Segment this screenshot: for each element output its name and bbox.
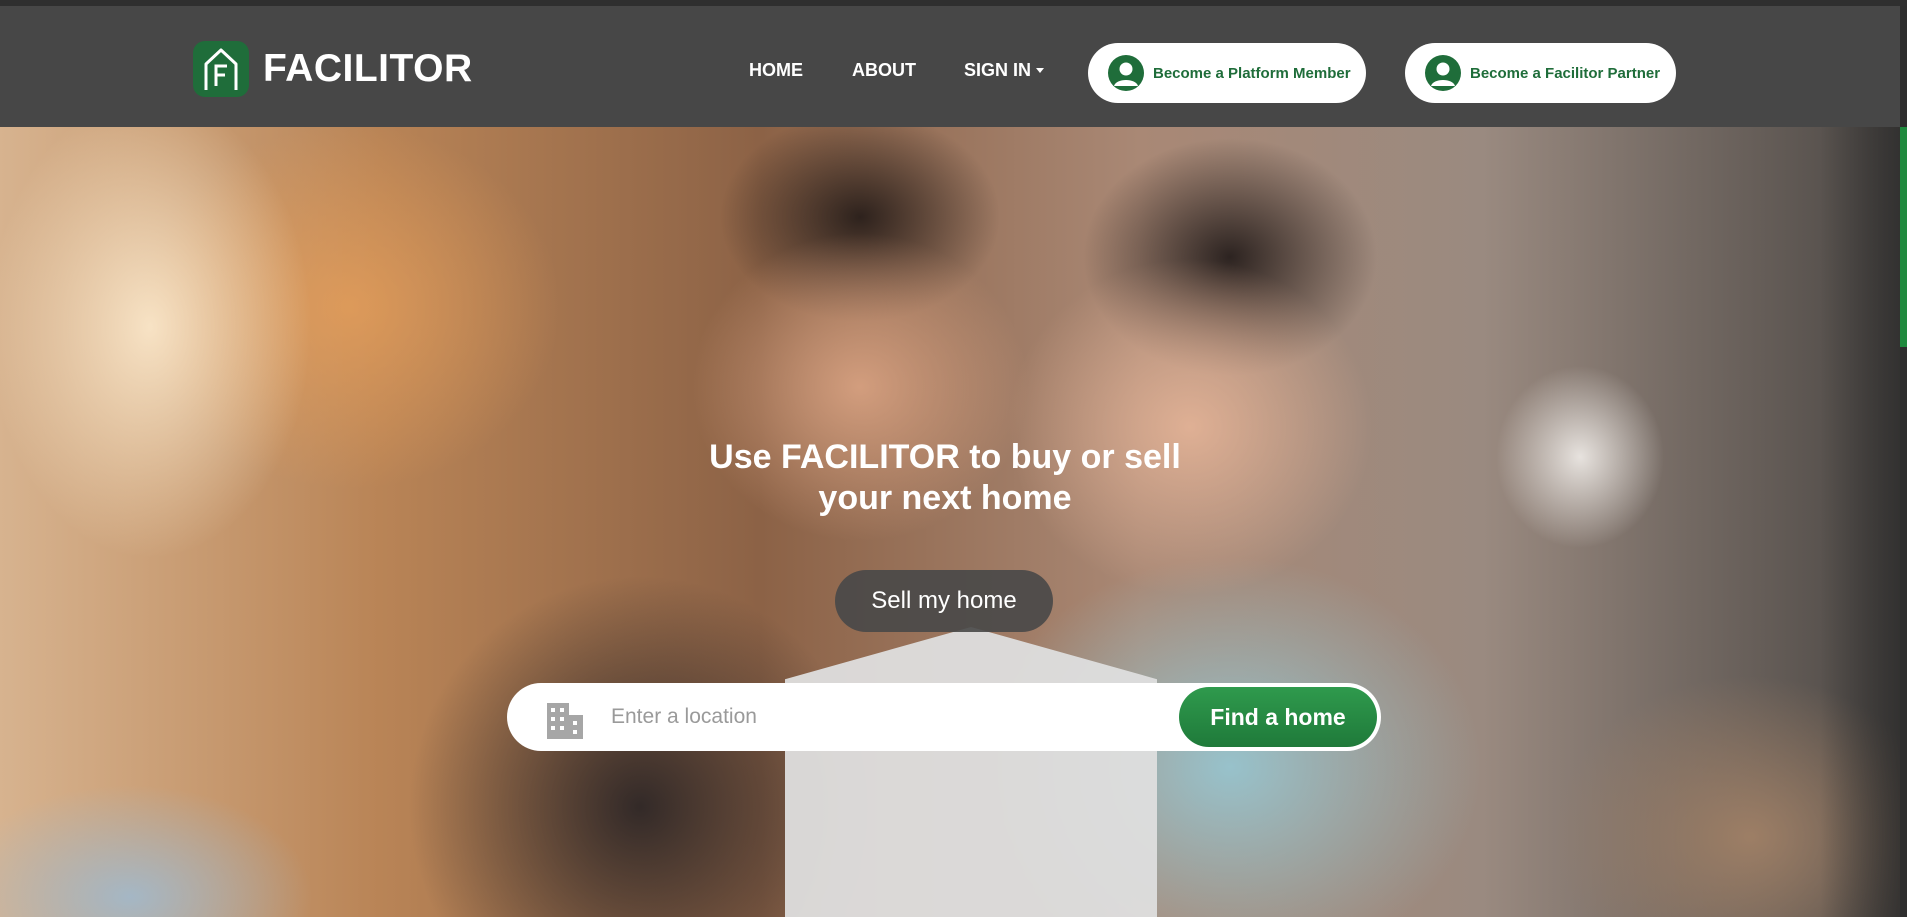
- nav-sign-in-dropdown[interactable]: SIGN IN: [964, 60, 1045, 81]
- scrollbar-thumb[interactable]: [1900, 127, 1907, 347]
- site-header: FACILITOR HOME ABOUT SIGN IN Become a Pl…: [0, 6, 1900, 127]
- user-circle-icon: [1108, 55, 1144, 91]
- user-circle-icon: [1425, 55, 1461, 91]
- become-member-button[interactable]: Become a Platform Member: [1088, 43, 1366, 103]
- hero-shadow: [1820, 127, 1900, 917]
- house-f-icon: [193, 41, 249, 97]
- house-model-image: [785, 627, 1157, 917]
- caret-down-icon: [1036, 68, 1045, 73]
- brand-name: FACILITOR: [263, 47, 473, 90]
- headline-line-2: your next home: [818, 479, 1072, 517]
- brand-logo[interactable]: FACILITOR: [193, 40, 473, 98]
- find-a-home-button[interactable]: Find a home: [1179, 687, 1377, 747]
- building-icon: [543, 697, 587, 741]
- hero-headline: Use FACILITOR to buy or sell your next h…: [700, 437, 1190, 519]
- sell-my-home-button[interactable]: Sell my home: [835, 570, 1053, 632]
- headline-line-1: Use FACILITOR to buy or sell: [709, 438, 1181, 476]
- member-button-label: Become a Platform Member: [1153, 64, 1351, 82]
- nav-about-link[interactable]: ABOUT: [852, 60, 916, 81]
- sign-in-label: SIGN IN: [964, 60, 1032, 80]
- nav-home-link[interactable]: HOME: [749, 60, 803, 81]
- become-partner-button[interactable]: Become a Facilitor Partner: [1405, 43, 1676, 103]
- partner-button-label: Become a Facilitor Partner: [1470, 64, 1661, 82]
- hero-background-image: [0, 127, 1900, 917]
- location-search-bar: Find a home: [507, 683, 1381, 751]
- location-search-input[interactable]: [611, 697, 1161, 737]
